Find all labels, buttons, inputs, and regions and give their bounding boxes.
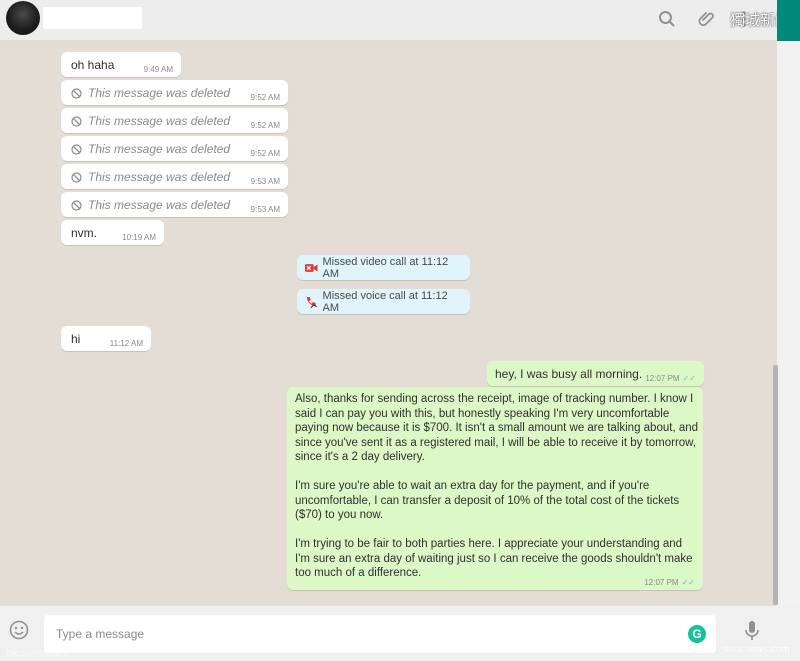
message-bubble[interactable]: oh haha 9:49 AM [61,52,181,77]
message-text: This message was deleted [88,142,231,156]
message-time: 9:53 AM [250,205,280,214]
message-time: 12:07 PM ✓✓ [644,578,695,587]
missed-video-call-icon [305,263,318,272]
deleted-icon [71,199,82,211]
read-receipt-icon: ✓✓ [681,578,695,587]
message-text: nvm. [71,226,98,240]
message-input[interactable]: Type a message G [44,615,716,653]
message-bubble-outgoing[interactable]: hey, I was busy all morning. 12:07 PM ✓✓ [487,361,704,386]
attach-icon[interactable] [696,8,718,30]
message-text: Also, thanks for sending across the rece… [295,393,699,579]
system-message-missed-voice-call[interactable]: Missed voice call at 11:12 AM [297,289,470,314]
message-text: hi [71,332,81,346]
message-bubble-deleted[interactable]: This message was deleted 9:53 AM [61,164,288,189]
message-text: hey, I was busy all morning. [495,367,643,381]
deleted-icon [71,115,82,127]
message-time: 9:53 AM [250,177,280,186]
deleted-icon [71,143,82,155]
message-time: 12:07 PM ✓✓ [645,374,696,383]
grammarly-icon[interactable]: G [688,625,706,643]
message-text: oh haha [71,58,115,72]
message-bubble-deleted[interactable]: This message was deleted 9:52 AM [61,108,288,133]
system-message-text: Missed voice call at 11:12 AM [322,289,448,314]
emoji-icon[interactable] [9,620,29,645]
message-time: 9:52 AM [250,149,280,158]
microphone-icon[interactable] [744,620,760,647]
message-time: 11:12 AM [109,339,143,348]
system-message-text: Missed video call at 11:12 AM [322,255,449,280]
message-text: This message was deleted [88,198,231,212]
message-bubble[interactable]: hi 11:12 AM [61,326,151,351]
message-bubble-deleted[interactable]: This message was deleted 9:52 AM [61,136,288,161]
message-text: This message was deleted [88,170,231,184]
message-bubble-outgoing[interactable]: Also, thanks for sending across the rece… [287,387,703,590]
deleted-icon [71,87,82,99]
conversation-panel: oh haha 9:49 AM This message was deleted… [0,41,777,606]
message-time: 10:19 AM [122,233,156,242]
message-text: This message was deleted [88,86,231,100]
read-receipt-icon: ✓✓ [682,374,696,383]
system-message-missed-video-call[interactable]: Missed video call at 11:12 AM [297,255,470,280]
right-sidebar [777,41,800,606]
message-bubble-deleted[interactable]: This message was deleted 9:53 AM [61,192,288,217]
contact-avatar[interactable] [6,1,40,35]
watermark-bottom-left: hk.sinanews [6,648,68,659]
composer-bar: Type a message G hk.sinanews sina.news.c… [0,606,800,661]
chat-header: 獨城新闻 [0,0,800,41]
watermark-bottom-right: sina.news.com [723,645,790,655]
message-input-placeholder: Type a message [56,627,145,641]
message-time: 9:49 AM [143,65,173,74]
contact-name-redacted[interactable] [43,7,142,29]
message-time: 9:52 AM [250,93,280,102]
chat-scrollbar[interactable] [773,365,778,605]
message-bubble-deleted[interactable]: This message was deleted 9:52 AM [61,80,288,105]
deleted-icon [71,171,82,183]
message-bubble[interactable]: nvm. 10:19 AM [61,220,164,245]
search-icon[interactable] [656,8,678,30]
message-text: This message was deleted [88,114,231,128]
message-time: 9:52 AM [250,121,280,130]
missed-voice-call-icon [306,296,317,308]
